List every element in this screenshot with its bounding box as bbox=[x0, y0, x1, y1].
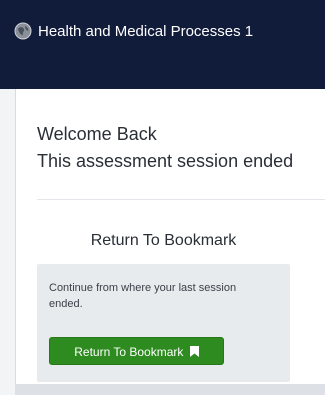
window-title: Health and Medical Processes 1 bbox=[38, 23, 254, 40]
bookmark-heading: Return To Bookmark bbox=[90, 232, 237, 249]
return-to-bookmark-button[interactable]: Return To Bookmark bbox=[49, 337, 224, 365]
session-ended-message: This assessment session ended bbox=[37, 151, 294, 171]
footer-strip bbox=[15, 384, 325, 395]
session-panel: Welcome Back This assessment session end… bbox=[15, 89, 325, 384]
bookmark-description: Continue from where your last session en… bbox=[49, 282, 237, 310]
bookmark-icon bbox=[189, 346, 199, 357]
globe-icon bbox=[14, 22, 32, 40]
bookmark-card: Continue from where your last session en… bbox=[37, 264, 290, 382]
welcome-heading: Welcome Back bbox=[37, 124, 157, 144]
title-bar: Health and Medical Processes 1 bbox=[0, 0, 325, 89]
return-button-label: Return To Bookmark bbox=[74, 345, 184, 359]
app-window: Health and Medical Processes 1 Welcome B… bbox=[0, 0, 325, 395]
divider bbox=[37, 199, 325, 200]
